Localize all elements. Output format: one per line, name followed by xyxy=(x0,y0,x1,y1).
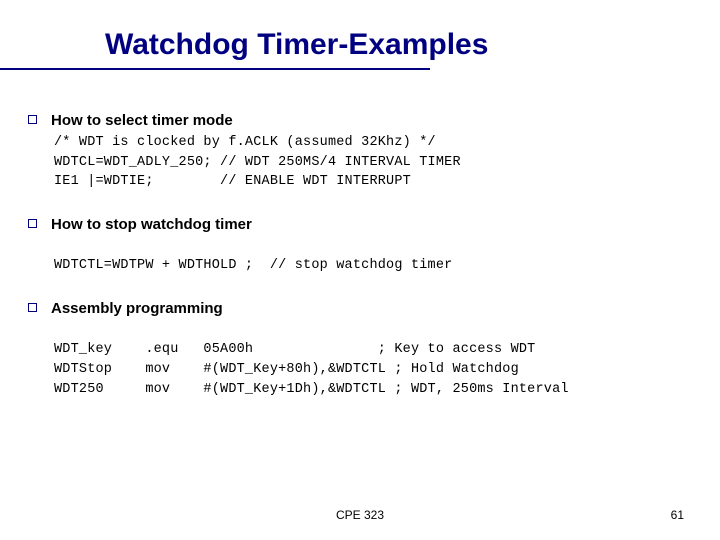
bullet-icon xyxy=(28,115,37,124)
bullet-icon xyxy=(28,219,37,228)
footer-page-number: 61 xyxy=(671,508,684,522)
section-select-timer-mode: How to select timer mode /* WDT is clock… xyxy=(28,112,692,192)
footer-center: CPE 323 xyxy=(0,508,720,522)
title-underline xyxy=(0,68,430,70)
code-block: WDT_key .equ 05A00h ; Key to access WDT … xyxy=(54,321,692,399)
slide-title: Watchdog Timer-Examples xyxy=(105,28,488,62)
code-block: WDTCTL=WDTPW + WDTHOLD ; // stop watchdo… xyxy=(54,237,692,276)
heading-text: Assembly programming xyxy=(51,300,223,317)
code-block: /* WDT is clocked by f.ACLK (assumed 32K… xyxy=(54,133,692,192)
heading-row: Assembly programming xyxy=(28,300,692,317)
bullet-icon xyxy=(28,303,37,312)
section-assembly-programming: Assembly programming WDT_key .equ 05A00h… xyxy=(28,300,692,399)
section-stop-watchdog: How to stop watchdog timer WDTCTL=WDTPW … xyxy=(28,216,692,276)
heading-text: How to select timer mode xyxy=(51,112,233,129)
heading-row: How to stop watchdog timer xyxy=(28,216,692,233)
content-area: How to select timer mode /* WDT is clock… xyxy=(28,112,692,423)
heading-row: How to select timer mode xyxy=(28,112,692,129)
slide: Watchdog Timer-Examples How to select ti… xyxy=(0,0,720,540)
heading-text: How to stop watchdog timer xyxy=(51,216,252,233)
